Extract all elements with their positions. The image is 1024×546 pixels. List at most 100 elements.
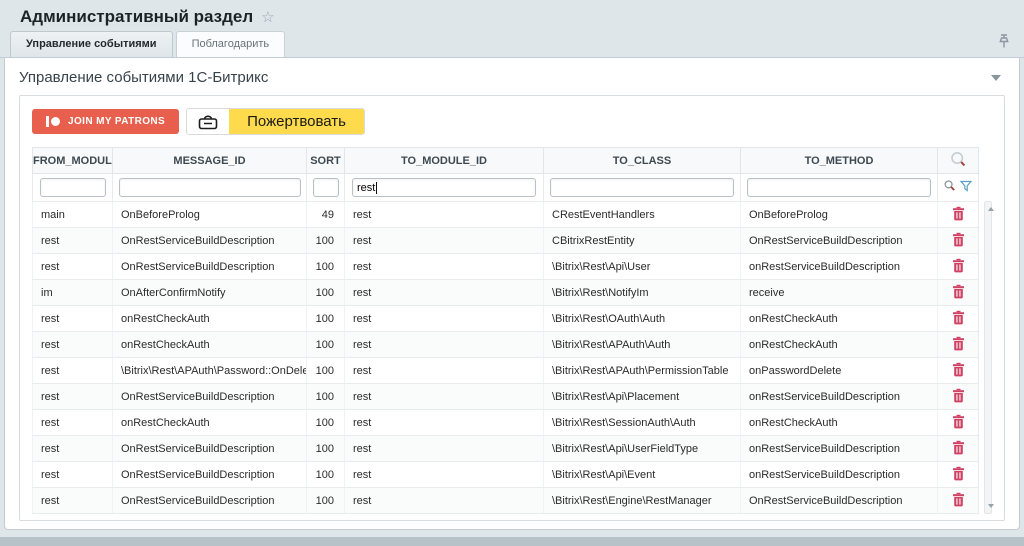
column-header-sort[interactable]: SORT: [307, 148, 345, 174]
cell-to-class: \Bitrix\Rest\APAuth\PermissionTable: [544, 358, 741, 384]
column-header-to-method[interactable]: TO_METHOD: [741, 148, 938, 174]
column-header-from-module-id[interactable]: FROM_MODULE_ID: [33, 148, 113, 174]
scroll-down-icon[interactable]: [988, 504, 994, 508]
cell-to-module-id: rest: [345, 228, 544, 254]
cell-to-class: \Bitrix\Rest\Engine\RestManager: [544, 488, 741, 514]
table-row[interactable]: im OnAfterConfirmNotify 100 rest \Bitrix…: [33, 280, 979, 306]
cell-to-module-id: rest: [345, 488, 544, 514]
cell-message-id: OnRestServiceBuildDescription: [113, 228, 307, 254]
trash-icon: [952, 466, 965, 481]
cell-to-class: \Bitrix\Rest\Api\Event: [544, 462, 741, 488]
delete-row-button[interactable]: [948, 412, 969, 434]
trash-icon: [952, 440, 965, 455]
cell-sort: 100: [307, 280, 345, 306]
tab-event-management[interactable]: Управление событиями: [10, 31, 173, 57]
table-row[interactable]: rest OnRestServiceBuildDescription 100 r…: [33, 254, 979, 280]
cell-to-module-id: rest: [345, 332, 544, 358]
delete-row-button[interactable]: [948, 308, 969, 330]
cell-to-module-id: rest: [345, 254, 544, 280]
vertical-scrollbar[interactable]: [984, 201, 992, 514]
cell-to-module-id: rest: [345, 280, 544, 306]
cell-to-class: \Bitrix\Rest\Api\User: [544, 254, 741, 280]
chevron-down-icon[interactable]: [991, 75, 1001, 81]
trash-icon: [952, 414, 965, 429]
trash-icon: [952, 492, 965, 507]
cell-to-method: receive: [741, 280, 938, 306]
trash-icon: [952, 362, 965, 377]
column-header-to-class[interactable]: TO_CLASS: [544, 148, 741, 174]
table-row[interactable]: rest OnRestServiceBuildDescription 100 r…: [33, 436, 979, 462]
cell-sort: 100: [307, 410, 345, 436]
cell-message-id: onRestCheckAuth: [113, 306, 307, 332]
pin-icon[interactable]: [998, 34, 1010, 54]
cell-sort: 100: [307, 384, 345, 410]
to-module-id-filter-input[interactable]: rest: [352, 178, 536, 197]
cell-sort: 100: [307, 306, 345, 332]
cell-from-module-id: rest: [33, 462, 113, 488]
trash-icon: [952, 336, 965, 351]
cell-sort: 100: [307, 358, 345, 384]
cell-to-module-id: rest: [345, 202, 544, 228]
delete-row-button[interactable]: [948, 282, 969, 304]
delete-row-button[interactable]: [948, 256, 969, 278]
table-row[interactable]: rest OnRestServiceBuildDescription 100 r…: [33, 228, 979, 254]
cell-to-method: onRestServiceBuildDescription: [741, 462, 938, 488]
cell-from-module-id: rest: [33, 254, 113, 280]
cell-to-module-id: rest: [345, 358, 544, 384]
table-row[interactable]: rest onRestCheckAuth 100 rest \Bitrix\Re…: [33, 332, 979, 358]
cell-to-method: onRestServiceBuildDescription: [741, 384, 938, 410]
scroll-up-icon[interactable]: [988, 207, 994, 211]
apply-search-icon[interactable]: [944, 180, 956, 195]
cell-message-id: onRestCheckAuth: [113, 332, 307, 358]
sort-filter-input[interactable]: [313, 178, 339, 197]
cell-message-id: OnRestServiceBuildDescription: [113, 462, 307, 488]
table-row[interactable]: rest onRestCheckAuth 100 rest \Bitrix\Re…: [33, 306, 979, 332]
delete-row-button[interactable]: [948, 204, 969, 226]
table-row[interactable]: rest OnRestServiceBuildDescription 100 r…: [33, 488, 979, 514]
table-row[interactable]: main OnBeforeProlog 49 rest CRestEventHa…: [33, 202, 979, 228]
delete-row-button[interactable]: [948, 386, 969, 408]
cell-to-method: onRestServiceBuildDescription: [741, 436, 938, 462]
search-icon[interactable]: [950, 159, 967, 171]
patreon-icon: [46, 116, 60, 127]
panel-header: Управление событиями 1С-Битрикс: [5, 58, 1019, 95]
delete-row-button[interactable]: [948, 464, 969, 486]
cell-from-module-id: rest: [33, 410, 113, 436]
cell-sort: 100: [307, 462, 345, 488]
delete-row-button[interactable]: [948, 360, 969, 382]
cell-to-method: onRestServiceBuildDescription: [741, 254, 938, 280]
table-row[interactable]: rest onRestCheckAuth 100 rest \Bitrix\Re…: [33, 410, 979, 436]
favorite-star-icon[interactable]: ☆: [261, 10, 274, 25]
donate-button[interactable]: Пожертвовать: [186, 108, 365, 135]
table-row[interactable]: rest \Bitrix\Rest\APAuth\Password::OnDel…: [33, 358, 979, 384]
from-module-id-filter-input[interactable]: [40, 178, 106, 197]
table-row[interactable]: rest OnRestServiceBuildDescription 100 r…: [33, 384, 979, 410]
cell-from-module-id: main: [33, 202, 113, 228]
delete-row-button[interactable]: [948, 438, 969, 460]
to-method-filter-input[interactable]: [747, 178, 931, 197]
message-id-filter-input[interactable]: [119, 178, 301, 197]
cell-to-module-id: rest: [345, 436, 544, 462]
cell-message-id: OnRestServiceBuildDescription: [113, 488, 307, 514]
cell-sort: 100: [307, 436, 345, 462]
column-header-message-id[interactable]: MESSAGE_ID: [113, 148, 307, 174]
cell-to-method: OnRestServiceBuildDescription: [741, 488, 938, 514]
column-header-to-module-id[interactable]: TO_MODULE_ID: [345, 148, 544, 174]
join-patrons-button[interactable]: JOIN MY PATRONS: [32, 109, 179, 134]
delete-row-button[interactable]: [948, 490, 969, 512]
tab-thanks[interactable]: Поблагодарить: [176, 31, 286, 57]
cell-message-id: \Bitrix\Rest\APAuth\Password::OnDelete: [113, 358, 307, 384]
delete-row-button[interactable]: [948, 334, 969, 356]
cell-sort: 100: [307, 228, 345, 254]
cell-to-class: \Bitrix\Rest\APAuth\Auth: [544, 332, 741, 358]
toolbar: JOIN MY PATRONS Пожертвовать: [32, 108, 992, 135]
filter-funnel-icon[interactable]: [960, 180, 972, 195]
delete-row-button[interactable]: [948, 230, 969, 252]
to-class-filter-input[interactable]: [550, 178, 734, 197]
cell-from-module-id: im: [33, 280, 113, 306]
cell-to-method: onRestCheckAuth: [741, 306, 938, 332]
table-row[interactable]: rest OnRestServiceBuildDescription 100 r…: [33, 462, 979, 488]
cell-to-class: CBitrixRestEntity: [544, 228, 741, 254]
cell-from-module-id: rest: [33, 332, 113, 358]
trash-icon: [952, 284, 965, 299]
